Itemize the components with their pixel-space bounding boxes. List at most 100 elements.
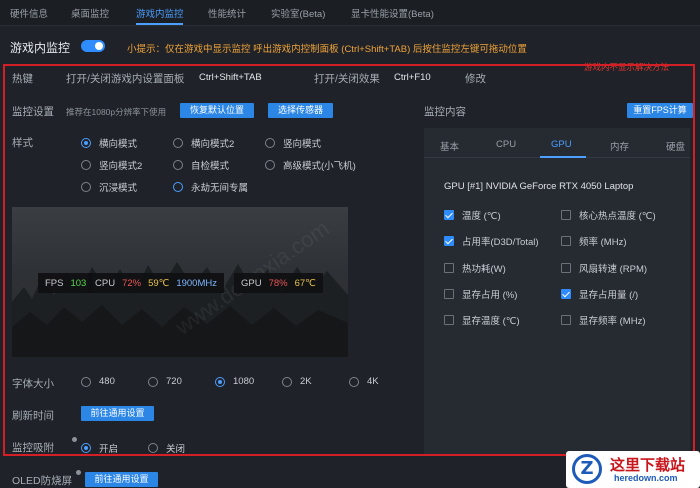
snap-help-icon[interactable] — [72, 437, 77, 442]
tab-performance-stats[interactable]: 性能统计 — [208, 6, 246, 20]
tab-desktop-monitor[interactable]: 桌面监控 — [71, 6, 109, 20]
snap-off[interactable]: 关闭 — [148, 441, 185, 455]
font-size-2k[interactable]: 2K — [282, 376, 312, 387]
style-option-horizontal[interactable]: 横向模式 — [81, 136, 137, 150]
osd-cpu-clock: 1900MHz — [176, 277, 217, 289]
sensor-hotspot-temp[interactable]: 核心热点温度 (℃) — [561, 208, 656, 222]
snap-label: 监控吸附 — [12, 442, 54, 454]
panel-hotkey-value: Ctrl+Shift+TAB — [199, 72, 262, 83]
refresh-goto-settings-button[interactable]: 前往通用设置 — [81, 406, 154, 421]
radio-dot — [81, 138, 91, 148]
sensor-vram-clock[interactable]: 显存频率 (MHz) — [561, 313, 646, 327]
sensor-vram-usage-percent[interactable]: 显存占用 (%) — [444, 287, 517, 301]
style-option-horizontal-2[interactable]: 横向模式2 — [173, 136, 234, 150]
style-option-naraka[interactable]: 永劫无间专属 — [173, 180, 248, 194]
style-option-advanced[interactable]: 高级模式(小飞机) — [265, 158, 356, 172]
checkbox — [444, 236, 454, 246]
style-label: 样式 — [12, 137, 33, 149]
content-tab-underline — [540, 156, 586, 158]
osd-fps: FPS 103 — [38, 273, 94, 293]
sensor-gpu-temp[interactable]: 温度 (℃) — [444, 208, 501, 222]
sensor-fan-speed[interactable]: 风扇转速 (RPM) — [561, 261, 647, 275]
sensor-label: 显存频率 (MHz) — [579, 316, 646, 327]
sensor-label: 温度 (℃) — [462, 211, 501, 222]
osd-cpu-temp: 59℃ — [148, 277, 170, 289]
snap-off-label: 关闭 — [166, 444, 186, 455]
panel-hotkey-label: 打开/关闭游戏内设置面板 — [66, 73, 185, 85]
oled-label: OLED防烧屏 — [12, 475, 73, 487]
osd-cpu-label: CPU — [95, 277, 116, 289]
radio-dot — [81, 376, 91, 387]
font-size-option-label: 720 — [166, 376, 182, 387]
sensor-gpu-usage[interactable]: 占用率(D3D/Total) — [444, 234, 539, 248]
osd-gpu: GPU 78% 67℃ — [234, 273, 323, 293]
modify-hotkey-link[interactable]: 修改 — [465, 71, 486, 86]
page-title: 游戏内监控 — [10, 41, 71, 55]
radio-dot — [173, 182, 183, 192]
radio-dot — [349, 376, 359, 387]
reset-fps-button[interactable]: 重置FPS计算 — [627, 103, 693, 118]
style-option-immersive[interactable]: 沉浸模式 — [81, 180, 137, 194]
site-logo: Z 这里下载站 heredown.com — [566, 451, 700, 488]
snap-on-label: 开启 — [99, 444, 119, 455]
font-size-720[interactable]: 720 — [148, 376, 182, 387]
checkbox — [561, 210, 571, 220]
sensor-label: 频率 (MHz) — [579, 237, 627, 248]
tab-gpu-settings[interactable]: 显卡性能设置(Beta) — [351, 6, 434, 20]
monitor-content-title: 监控内容 — [424, 106, 466, 118]
effect-hotkey-value: Ctrl+F10 — [394, 72, 431, 83]
tab-lab[interactable]: 实验室(Beta) — [271, 6, 325, 20]
oled-goto-settings-button[interactable]: 前往通用设置 — [85, 472, 158, 487]
radio-dot — [265, 160, 275, 170]
radio-dot — [265, 138, 275, 148]
content-tab-cpu[interactable]: CPU — [496, 139, 516, 150]
osd-gpu-temp: 67℃ — [294, 277, 316, 289]
sensor-label: 热功耗(W) — [462, 264, 506, 275]
reset-position-button[interactable]: 恢复默认位置 — [180, 103, 254, 118]
content-tab-basic[interactable]: 基本 — [440, 139, 459, 153]
radio-dot — [148, 376, 158, 387]
sensor-label: 核心热点温度 (℃) — [579, 211, 656, 222]
font-size-option-label: 1080 — [233, 376, 255, 387]
radio-dot — [282, 376, 292, 387]
sensor-vram-temp[interactable]: 显存温度 (℃) — [444, 313, 520, 327]
monitor-settings-title: 监控设置 — [12, 106, 54, 118]
oled-help-icon[interactable] — [76, 470, 81, 475]
radio-dot — [173, 138, 183, 148]
tab-hardware-info[interactable]: 硬件信息 — [10, 6, 48, 20]
style-option-label: 竖向模式 — [283, 139, 322, 150]
font-size-1080[interactable]: 1080 — [215, 376, 254, 387]
checkbox — [444, 289, 454, 299]
content-tab-gpu[interactable]: GPU — [551, 139, 572, 150]
logo-mark-icon: Z — [572, 454, 602, 484]
font-size-4k[interactable]: 4K — [349, 376, 379, 387]
osd-gpu-load: 78% — [268, 277, 288, 289]
font-size-label: 字体大小 — [12, 378, 54, 390]
radio-dot — [81, 443, 91, 453]
sensor-label: 风扇转速 (RPM) — [579, 264, 648, 275]
style-option-self-check[interactable]: 自检模式 — [173, 158, 229, 172]
select-sensor-button[interactable]: 选择传感器 — [268, 103, 333, 118]
overlay-preview: www.downxia.com FPS 103 CPU 72% 59℃ 1900… — [12, 207, 348, 357]
gpu-device-name: GPU [#1] NVIDIA GeForce RTX 4050 Laptop — [444, 181, 634, 192]
style-option-vertical[interactable]: 竖向模式 — [265, 136, 321, 150]
style-option-vertical-2[interactable]: 竖向模式2 — [81, 158, 142, 172]
snap-on[interactable]: 开启 — [81, 441, 118, 455]
effect-hotkey-label: 打开/关闭效果 — [314, 73, 380, 85]
logo-site: heredown.com — [614, 473, 678, 483]
style-option-label: 自检模式 — [191, 161, 230, 172]
osd-fps-label: FPS — [45, 277, 64, 289]
osd-fps-value: 103 — [70, 277, 87, 289]
sensor-vram-usage-amount[interactable]: 显存占用量 (/) — [561, 287, 638, 301]
sensor-label: 显存占用 (%) — [462, 290, 518, 301]
font-size-480[interactable]: 480 — [81, 376, 115, 387]
ingame-monitor-toggle[interactable] — [81, 40, 105, 52]
content-tab-memory[interactable]: 内存 — [610, 139, 629, 153]
sensor-power[interactable]: 热功耗(W) — [444, 261, 506, 275]
tab-ingame-monitor[interactable]: 游戏内监控 — [136, 6, 184, 20]
style-option-label: 竖向模式2 — [99, 161, 143, 172]
sensor-gpu-clock[interactable]: 频率 (MHz) — [561, 234, 627, 248]
content-tab-disk[interactable]: 硬盘 — [666, 139, 685, 153]
radio-dot — [148, 443, 158, 453]
checkbox — [444, 263, 454, 273]
